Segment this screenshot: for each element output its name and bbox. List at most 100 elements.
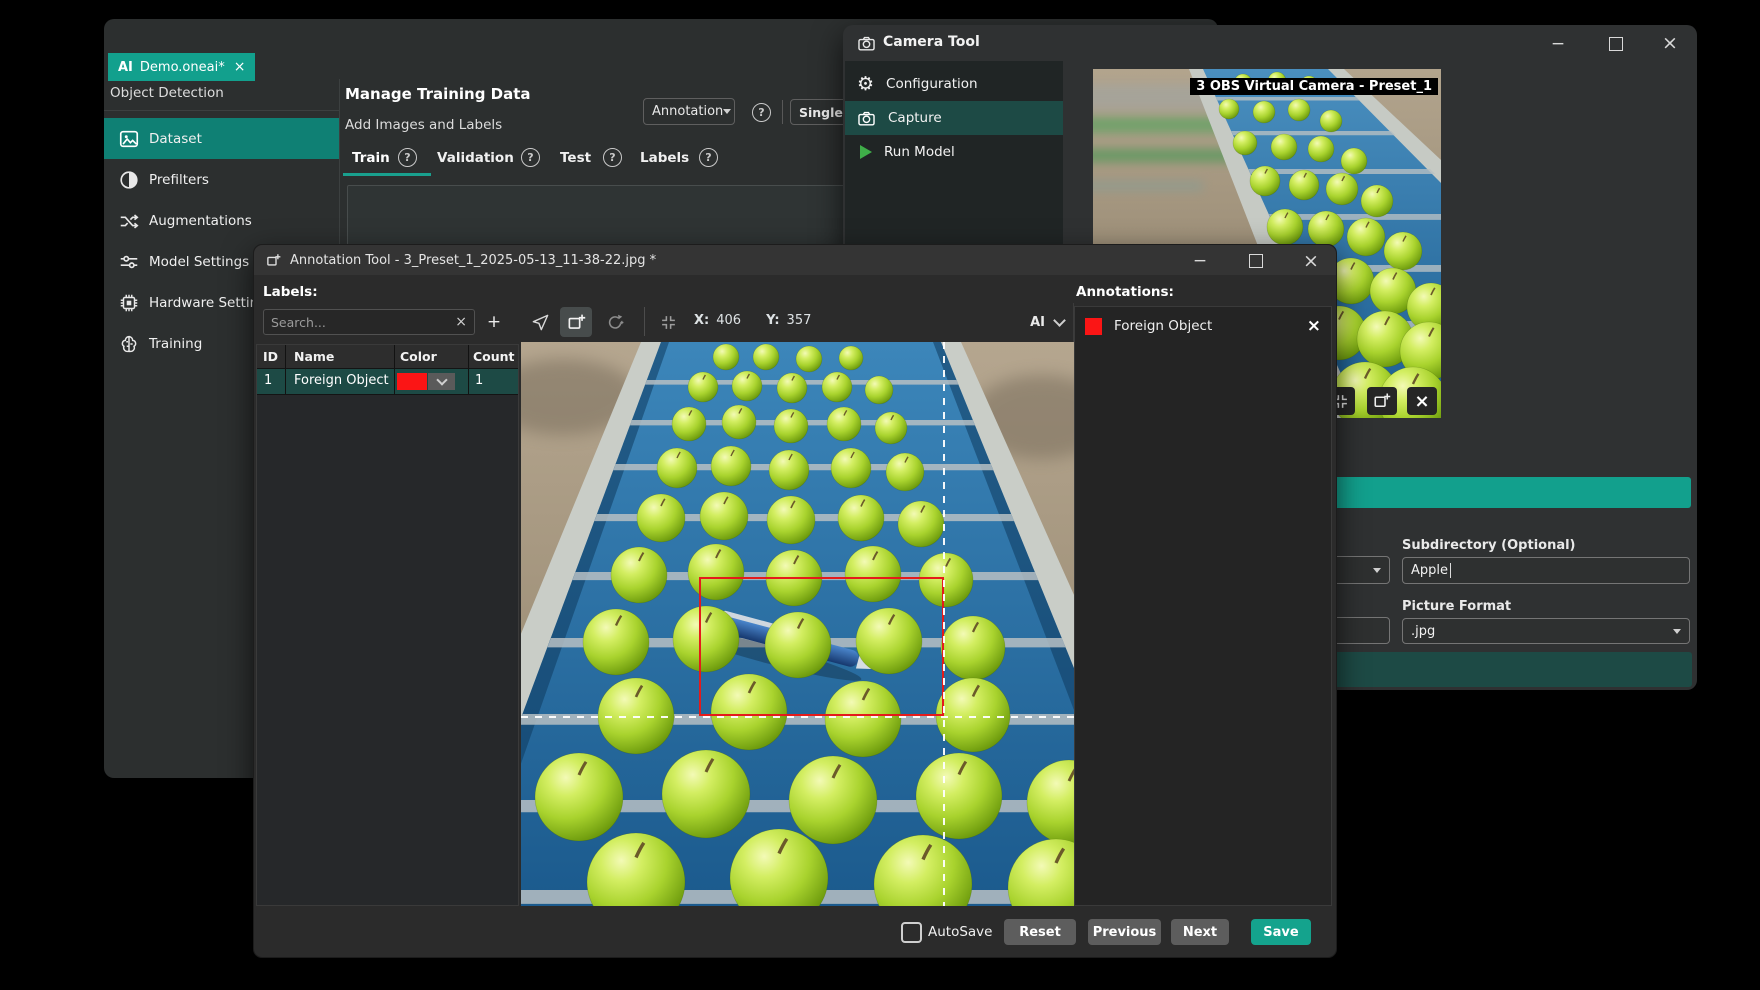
desktop: AI Demo.oneai* × Object Detection Datase… (0, 0, 1760, 990)
annotation-canvas[interactable] (521, 342, 1078, 906)
crosshair-horizontal (521, 716, 1078, 718)
tab-validation[interactable]: Validation (437, 150, 514, 166)
contrast-icon (118, 169, 140, 191)
camera-icon (857, 109, 876, 128)
sidebar-header: Object Detection (110, 85, 224, 101)
rotate-tool-button[interactable] (601, 309, 629, 335)
autosave-checkbox[interactable] (901, 922, 922, 943)
y-value: 357 (787, 313, 812, 328)
sidebar-item-augmentations[interactable]: Augmentations (104, 200, 339, 241)
minimize-button[interactable]: − (1543, 31, 1573, 57)
subdirectory-label: Subdirectory (Optional) (1402, 538, 1576, 553)
help-icon[interactable]: ? (521, 148, 540, 167)
annotate-box-icon (567, 313, 586, 332)
gear-icon: ⚙ (857, 75, 874, 94)
previous-button[interactable]: Previous (1088, 919, 1161, 945)
chevron-down-icon (436, 374, 447, 385)
menu-item-capture[interactable]: Capture (845, 101, 1063, 135)
active-tab-underline (343, 173, 431, 176)
next-button[interactable]: Next (1171, 919, 1229, 945)
annotation-tool-window: Annotation Tool - 3_Preset_1_2025-05-13_… (253, 244, 1337, 958)
draw-box-tool-button[interactable] (560, 307, 592, 337)
sidebar-item-label: Model Settings (149, 254, 249, 270)
add-label-button[interactable]: + (481, 308, 507, 335)
maximize-button[interactable] (1603, 32, 1629, 56)
column-name[interactable]: Name (294, 349, 334, 364)
ai-mode-dropdown[interactable]: AI (1002, 309, 1064, 335)
fit-view-icon (660, 314, 677, 331)
sidebar-item-label: Training (149, 336, 202, 352)
preview-close-button[interactable]: × (1407, 387, 1437, 415)
sidebar-item-prefilters[interactable]: Prefilters (104, 159, 339, 200)
picture-format-label: Picture Format (1402, 599, 1511, 614)
camera-window-title: Camera Tool (883, 34, 980, 50)
clear-search-icon[interactable]: × (455, 314, 467, 330)
maximize-icon (1249, 254, 1263, 268)
camera-preview-label: 3 OBS Virtual Camera - Preset_1 (1190, 78, 1438, 95)
save-button[interactable]: Save (1251, 919, 1311, 945)
annotations-list-panel: Foreign Object × (1074, 306, 1332, 906)
maximize-button[interactable] (1242, 248, 1270, 274)
document-tab[interactable]: AI Demo.oneai* × (108, 53, 255, 81)
close-button[interactable]: × (1655, 29, 1685, 57)
menu-item-label: Run Model (884, 144, 955, 160)
annotation-color-swatch (1085, 318, 1102, 335)
tab-labels[interactable]: Labels (640, 150, 689, 166)
help-icon[interactable]: ? (398, 148, 417, 167)
picture-format-value: .jpg (1411, 624, 1435, 639)
help-icon[interactable]: ? (752, 103, 771, 122)
chevron-down-icon (723, 109, 731, 114)
pointer-icon (531, 313, 550, 332)
labels-table-panel: ID Name Color Count 1 Foreign Object 1 (256, 344, 519, 906)
brain-icon (118, 333, 140, 355)
annotation-window-title: Annotation Tool - 3_Preset_1_2025-05-13_… (290, 253, 656, 268)
reset-button[interactable]: Reset (1004, 919, 1076, 945)
preview-annotate-button[interactable] (1367, 387, 1397, 415)
document-tab-title: Demo.oneai* (140, 60, 225, 75)
delete-annotation-icon[interactable]: × (1307, 316, 1321, 336)
y-label: Y: (766, 313, 779, 328)
pointer-tool-button[interactable] (526, 309, 554, 335)
help-icon[interactable]: ? (603, 148, 622, 167)
column-id[interactable]: ID (263, 349, 278, 364)
menu-item-run-model[interactable]: Run Model (845, 135, 1063, 169)
picture-format-dropdown[interactable]: .jpg (1402, 618, 1690, 644)
tab-train[interactable]: Train (352, 150, 390, 166)
close-button[interactable]: × (1296, 247, 1326, 275)
search-input[interactable]: Search... (271, 315, 326, 330)
labels-table-header: ID Name Color Count (257, 345, 518, 369)
rotate-icon (606, 313, 625, 332)
help-icon[interactable]: ? (699, 148, 718, 167)
annotate-box-icon (266, 253, 281, 272)
toolbar-separator (644, 307, 645, 336)
color-swatch[interactable] (397, 373, 427, 390)
toolbar-separator (782, 100, 783, 124)
subdirectory-value: Apple (1411, 563, 1448, 578)
annotation-name: Foreign Object (1114, 318, 1295, 334)
tab-test[interactable]: Test (560, 150, 591, 166)
label-search-box[interactable]: Search... × (263, 309, 475, 335)
play-icon (860, 145, 872, 159)
annotation-list-item[interactable]: Foreign Object × (1075, 307, 1331, 345)
minimize-button[interactable]: − (1184, 248, 1216, 274)
annotation-mode-dropdown[interactable]: Annotation (643, 98, 735, 125)
tab-close-icon[interactable]: × (234, 59, 246, 75)
chevron-down-icon (1053, 314, 1066, 327)
sidebar-item-dataset[interactable]: Dataset (104, 118, 339, 159)
column-color[interactable]: Color (400, 349, 437, 364)
annotate-box-icon (1373, 392, 1391, 410)
column-count[interactable]: Count (473, 349, 515, 364)
label-table-row[interactable]: 1 Foreign Object 1 (257, 369, 518, 395)
annotation-bounding-box[interactable] (699, 577, 944, 716)
subdirectory-input[interactable]: Apple (1402, 557, 1690, 584)
menu-item-configuration[interactable]: ⚙ Configuration (845, 67, 1063, 101)
maximize-icon (1609, 37, 1623, 51)
row-name: Foreign Object (294, 373, 389, 388)
color-dropdown-button[interactable] (428, 373, 455, 390)
row-count: 1 (475, 373, 483, 388)
annotations-header: Annotations: (1076, 284, 1174, 300)
app-badge: AI (118, 60, 133, 75)
sidebar-item-label: Augmentations (149, 213, 252, 229)
fit-view-button[interactable] (654, 309, 682, 335)
content-subtitle: Add Images and Labels (345, 117, 502, 133)
